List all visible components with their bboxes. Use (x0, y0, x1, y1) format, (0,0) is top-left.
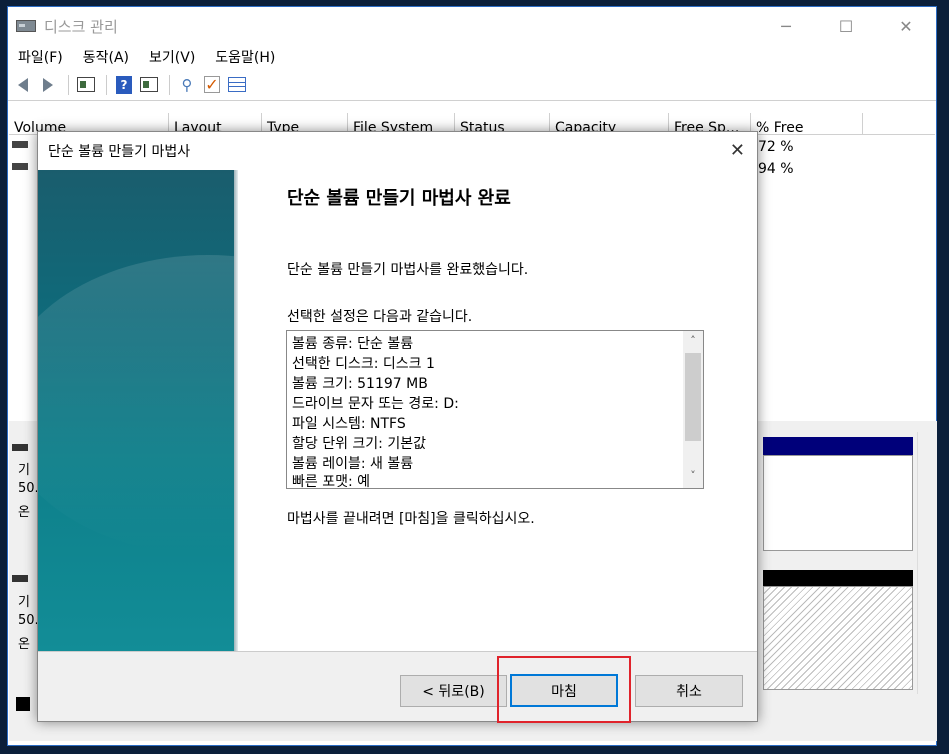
scroll-up-icon[interactable]: ˄ (683, 334, 703, 347)
maximize-button[interactable]: ☐ (816, 7, 876, 45)
cancel-button[interactable]: 취소 (635, 675, 743, 707)
column-percent-free[interactable]: % Free (751, 113, 863, 135)
disk-label: 기 (18, 595, 30, 610)
summary-scrollbar[interactable]: ˄ ˅ (683, 331, 703, 488)
scroll-down-icon[interactable]: ˅ (683, 469, 703, 482)
back-button[interactable]: < 뒤로(B) (400, 675, 507, 707)
dialog-title: 단순 볼륨 만들기 마법사 (48, 144, 191, 160)
wizard-banner-image (38, 170, 234, 651)
finish-instruction-text: 마법사를 끝내려면 [마침]을 클릭하십시오. (287, 511, 535, 527)
disk-status: 온 (18, 637, 30, 652)
new-simple-volume-wizard-dialog: 단순 볼륨 만들기 마법사 ✕ 단순 볼륨 만들기 마법사 완료 단순 볼륨 만… (37, 131, 758, 722)
checklist-icon[interactable]: ✓ (201, 74, 223, 96)
summary-line: 볼륨 종류: 단순 볼륨 (292, 336, 414, 352)
menu-help[interactable]: 도움말(H) (215, 47, 275, 67)
disk-management-icon (16, 18, 38, 34)
show-hide-console-tree-icon[interactable] (75, 74, 97, 96)
menu-action[interactable]: 동작(A) (83, 47, 129, 67)
help-icon[interactable]: ? (113, 74, 135, 96)
menu-bar: 파일(F) 동작(A) 보기(V) 도움말(H) (8, 45, 936, 69)
unallocated-header-bar (763, 570, 913, 586)
legend-unallocated-swatch (16, 697, 30, 711)
summary-line: 파일 시스템: NTFS (292, 416, 406, 432)
menu-file[interactable]: 파일(F) (18, 47, 63, 67)
percent-free-cell: 72 % (758, 139, 794, 155)
summary-line: 빠른 포맷: 예 (292, 474, 371, 489)
percent-free-cell: 94 % (758, 161, 794, 177)
minimize-button[interactable]: ─ (756, 7, 816, 45)
menu-view[interactable]: 보기(V) (149, 47, 195, 67)
finish-button-highlight (497, 656, 631, 723)
disk-label: 기 (18, 463, 30, 478)
volume-icon (12, 163, 28, 170)
dialog-close-icon[interactable]: ✕ (730, 140, 745, 161)
completed-text: 단순 볼륨 만들기 마법사를 완료했습니다. (287, 262, 529, 278)
summary-line: 할당 단위 크기: 기본값 (292, 436, 426, 452)
disk-view-scrollbar[interactable] (917, 432, 936, 694)
disk-icon (12, 575, 28, 582)
toolbar: ? ⚲ ✓ (8, 69, 936, 101)
unallocated-partition-block[interactable] (763, 586, 913, 690)
disk-status: 온 (18, 505, 30, 520)
properties-list-icon[interactable] (226, 74, 248, 96)
partition-block[interactable] (763, 455, 913, 551)
window-title: 디스크 관리 (44, 17, 118, 36)
close-button[interactable]: ✕ (876, 7, 936, 45)
disk-size: 50. (18, 613, 39, 628)
show-hide-action-pane-icon[interactable] (138, 74, 160, 96)
connect-disk-icon[interactable]: ⚲ (176, 74, 198, 96)
summary-line: 드라이브 문자 또는 경로: D: (292, 396, 459, 412)
settings-summary-textbox[interactable]: 볼륨 종류: 단순 볼륨 선택한 디스크: 디스크 1 볼륨 크기: 51197… (286, 330, 704, 489)
dialog-button-bar: < 뒤로(B) 마침 취소 (38, 651, 757, 721)
summary-line: 선택한 디스크: 디스크 1 (292, 356, 435, 372)
title-bar: 디스크 관리 ─ ☐ ✕ (8, 7, 936, 45)
back-arrow-icon[interactable] (12, 74, 34, 96)
forward-arrow-icon[interactable] (37, 74, 59, 96)
disk-size: 50. (18, 481, 39, 496)
dialog-title-bar: 단순 볼륨 만들기 마법사 ✕ (38, 132, 757, 170)
summary-line: 볼륨 크기: 51197 MB (292, 376, 428, 392)
volume-icon (12, 141, 28, 148)
wizard-heading: 단순 볼륨 만들기 마법사 완료 (287, 188, 511, 209)
partition-header-bar (763, 437, 913, 455)
settings-intro-text: 선택한 설정은 다음과 같습니다. (287, 309, 473, 325)
disk-icon (12, 444, 28, 451)
scroll-thumb[interactable] (685, 353, 701, 441)
summary-line: 볼륨 레이블: 새 볼륨 (292, 456, 414, 472)
